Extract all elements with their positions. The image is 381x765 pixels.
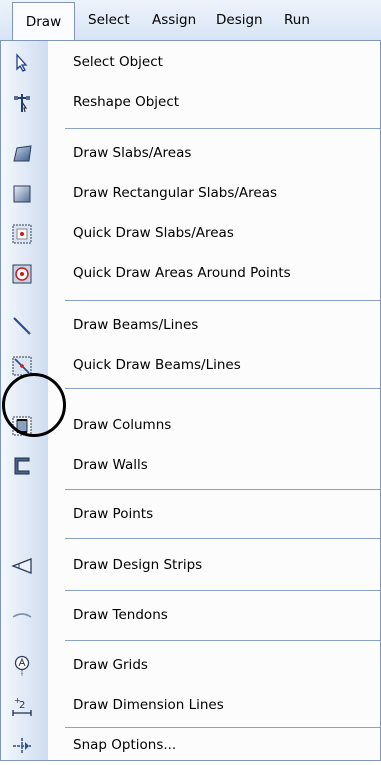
svg-text:2: 2 xyxy=(19,700,25,711)
snap-icon xyxy=(11,735,33,757)
menu-separator xyxy=(65,388,380,389)
annotation-circle xyxy=(2,373,66,437)
menu-item-label: Quick Draw Slabs/Areas xyxy=(73,225,234,241)
menu-separator xyxy=(65,538,380,539)
menu-draw[interactable]: Draw xyxy=(12,2,75,40)
dimension-icon: +2 xyxy=(11,695,33,717)
menu-select[interactable]: Select xyxy=(88,11,130,29)
menu-item-label: Quick Draw Beams/Lines xyxy=(73,357,241,373)
menu-item-draw-walls[interactable]: Draw Walls xyxy=(1,445,381,485)
menu-separator xyxy=(65,300,380,301)
menu-item-draw-grids[interactable]: Draw Grids xyxy=(1,645,381,685)
menu-separator xyxy=(65,128,380,129)
slab-icon xyxy=(11,143,33,165)
menu-item-snap-options[interactable]: Snap Options... xyxy=(1,725,381,765)
menu-assign[interactable]: Assign xyxy=(152,11,196,29)
pointer-icon xyxy=(11,52,33,74)
menu-item-draw-slabs[interactable]: Draw Slabs/Areas xyxy=(1,133,381,173)
menu-item-label: Select Object xyxy=(73,54,163,70)
area-points-icon xyxy=(11,263,33,285)
menu-item-select-object[interactable]: Select Object xyxy=(1,42,381,82)
menu-item-label: Quick Draw Areas Around Points xyxy=(73,265,291,281)
menu-item-label: Draw Slabs/Areas xyxy=(73,145,192,161)
menu-item-draw-dimension-lines[interactable]: +2 Draw Dimension Lines xyxy=(1,685,381,725)
menu-item-label: Draw Beams/Lines xyxy=(73,317,199,333)
menu-item-label: Draw Grids xyxy=(73,657,148,673)
menu-item-label: Draw Tendons xyxy=(73,607,168,623)
menu-separator xyxy=(65,489,380,490)
menu-item-label: Draw Points xyxy=(73,506,154,522)
menu-item-label: Draw Walls xyxy=(73,457,148,473)
menu-item-label: Snap Options... xyxy=(73,737,177,753)
tendon-icon xyxy=(11,605,33,627)
menu-item-draw-tendons[interactable]: Draw Tendons xyxy=(1,595,381,635)
beam-line-icon xyxy=(11,315,33,337)
design-strip-icon xyxy=(11,555,33,577)
menu-item-label: Draw Dimension Lines xyxy=(73,697,224,713)
menu-item-reshape-object[interactable]: Reshape Object xyxy=(1,82,381,122)
menu-design[interactable]: Design xyxy=(216,11,263,29)
reshape-icon xyxy=(11,92,33,114)
menu-item-quick-draw-beams[interactable]: Quick Draw Beams/Lines xyxy=(1,345,381,385)
menu-bar: Draw Select Assign Design Run xyxy=(0,0,381,41)
quick-slab-icon xyxy=(11,223,33,245)
menu-separator xyxy=(65,640,380,641)
grid-bubble-icon xyxy=(11,655,33,677)
menu-separator xyxy=(65,590,380,591)
rect-slab-icon xyxy=(11,183,33,205)
menu-item-draw-rect-slabs[interactable]: Draw Rectangular Slabs/Areas xyxy=(1,173,381,213)
wall-icon xyxy=(11,455,33,477)
menu-item-label: Draw Rectangular Slabs/Areas xyxy=(73,185,278,201)
menu-item-draw-beams[interactable]: Draw Beams/Lines xyxy=(1,305,381,345)
menu-run[interactable]: Run xyxy=(284,11,310,29)
menu-item-quick-draw-areas-points[interactable]: Quick Draw Areas Around Points xyxy=(1,253,381,293)
menu-item-draw-design-strips[interactable]: Draw Design Strips xyxy=(1,545,381,585)
menu-item-label: Reshape Object xyxy=(73,94,180,110)
menu-item-quick-draw-slabs[interactable]: Quick Draw Slabs/Areas xyxy=(1,213,381,253)
menu-item-draw-points[interactable]: Draw Points xyxy=(1,494,381,534)
menu-item-label: Draw Design Strips xyxy=(73,557,203,573)
menu-item-label: Draw Columns xyxy=(73,417,172,433)
